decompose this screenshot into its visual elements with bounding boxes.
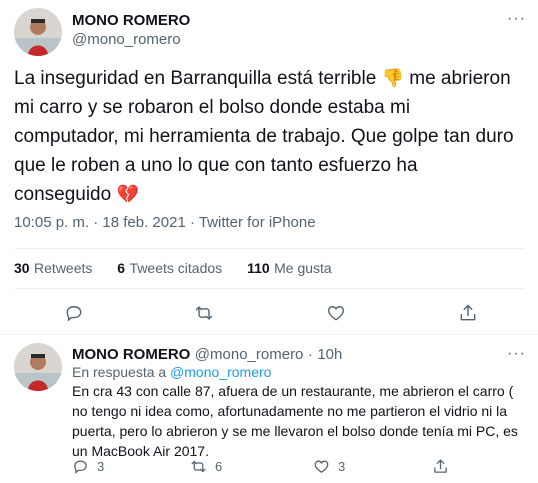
in-reply-to: En respuesta a @mono_romero [72,363,271,381]
tweet-stats: 30 Retweets 6 Tweets citados 110 Me gust… [14,260,332,278]
divider [14,288,524,289]
reply-time[interactable]: 10h [317,346,342,363]
reply-prefix: En respuesta a [72,364,171,380]
divider [0,334,538,335]
author-handle[interactable]: @mono_romero [72,31,181,48]
likes-label: Me gusta [274,260,332,276]
tweet-text-part1: La inseguridad en Barranquilla está terr… [14,68,382,89]
reply-author-avatar[interactable] [14,343,62,391]
quotes-label: Tweets citados [129,260,223,276]
broken-heart-emoji: 💔 [116,184,139,204]
retweets-stat[interactable]: 30 Retweets [14,260,97,277]
retweets-count: 30 [14,260,30,276]
quotes-count: 6 [117,260,126,276]
reply-to-link[interactable]: @mono_romero [170,364,271,380]
reply-more-dots-icon[interactable]: ··· [507,345,526,363]
tweet-timestamp[interactable]: 10:05 p. m. · 18 feb. 2021 · Twitter for… [14,214,316,231]
reply-icon[interactable] [72,458,89,475]
tweet-text: La inseguridad en Barranquilla está terr… [14,64,514,209]
thumbs-down-emoji: 👎 [381,68,404,88]
author-avatar[interactable] [14,8,62,56]
like-icon[interactable] [313,458,330,475]
reply-author-name[interactable]: MONO ROMERO [72,346,190,363]
share-icon[interactable] [458,303,478,323]
like-icon[interactable] [326,303,346,323]
reply-action-retweet[interactable]: 6 [190,458,222,475]
retweet-icon[interactable] [194,303,214,323]
share-icon[interactable] [432,458,449,475]
retweets-label: Retweets [34,260,93,276]
likes-count: 110 [247,260,270,276]
reply-author-handle[interactable]: @mono_romero [195,346,304,363]
retweet-icon[interactable] [190,458,207,475]
author-name[interactable]: MONO ROMERO [72,12,190,29]
reply-action-like[interactable]: 3 [313,458,345,475]
reply-action-reply[interactable]: 3 [72,458,104,475]
reply-header: MONO ROMERO @mono_romero · 10h [72,346,342,364]
quotes-stat[interactable]: 6 Tweets citados [117,260,226,277]
likes-stat[interactable]: 110 Me gusta [247,260,332,277]
retweet-count: 6 [215,459,223,474]
reply-icon[interactable] [64,303,84,323]
reply-count: 3 [97,459,105,474]
more-dots-icon[interactable]: ··· [507,10,526,28]
like-count: 3 [338,459,346,474]
divider [14,248,524,249]
reply-text: En cra 43 con calle 87, afuera de un res… [72,383,518,459]
reply-separator: · [307,346,313,363]
